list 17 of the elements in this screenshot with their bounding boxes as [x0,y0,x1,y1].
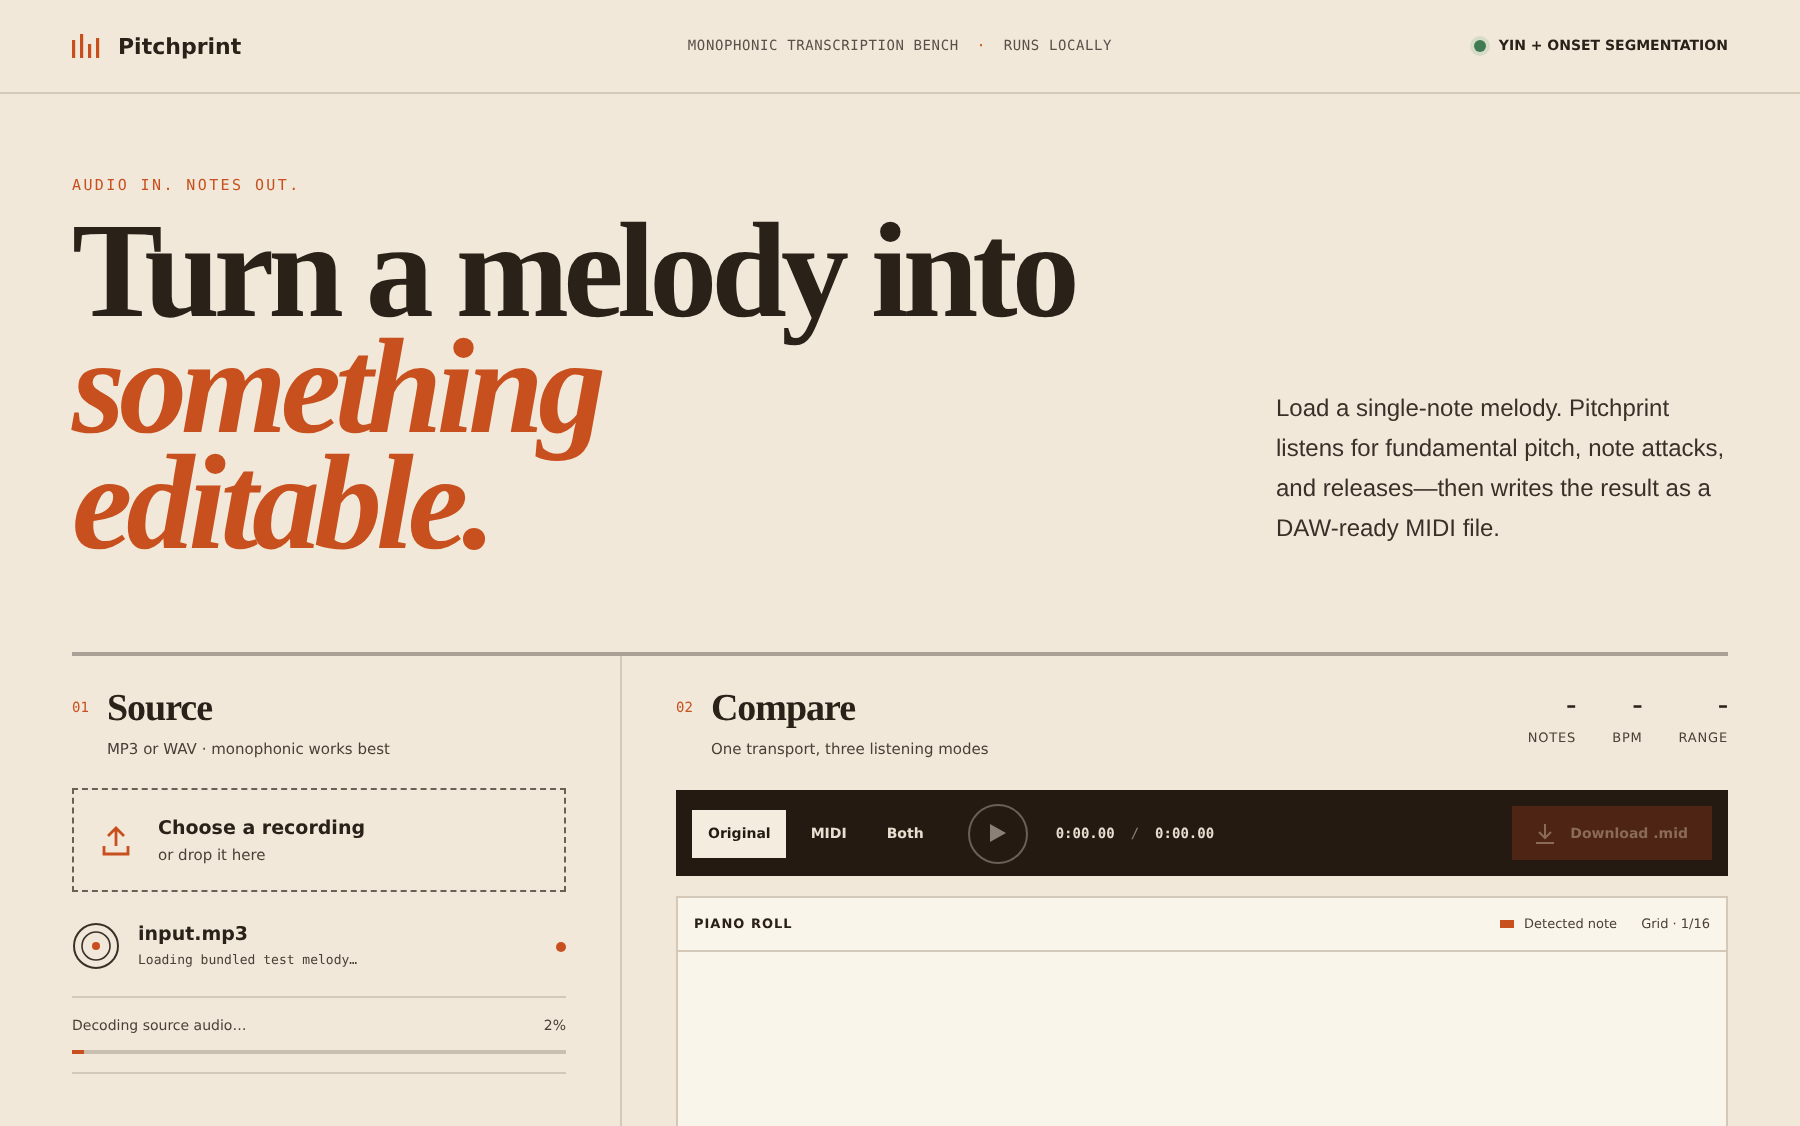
section-title: Source [106,688,215,732]
file-name: input.mp3 [138,924,251,946]
play-icon [989,824,1006,842]
download-icon [1536,823,1555,843]
drop-title: Choose a recording [158,817,366,839]
description: Load a single-note melody. Pitchprint listens for fundamental pitch, note attacks, and releases—then writes the result as a DAW-ready MIDI file. [1276,392,1727,546]
stat-value: – [1718,696,1728,718]
stat-value: – [1632,696,1643,718]
disc-icon [72,922,120,970]
brand-name: Pitchprint [118,33,242,59]
status-dot-icon [1474,40,1487,52]
play-button[interactable] [967,803,1028,863]
stat-value: – [1566,696,1577,718]
note-swatch-icon [1500,920,1515,928]
section-title: Compare [710,688,858,732]
bars-logo-icon [72,34,104,58]
upload-icon [102,825,130,855]
